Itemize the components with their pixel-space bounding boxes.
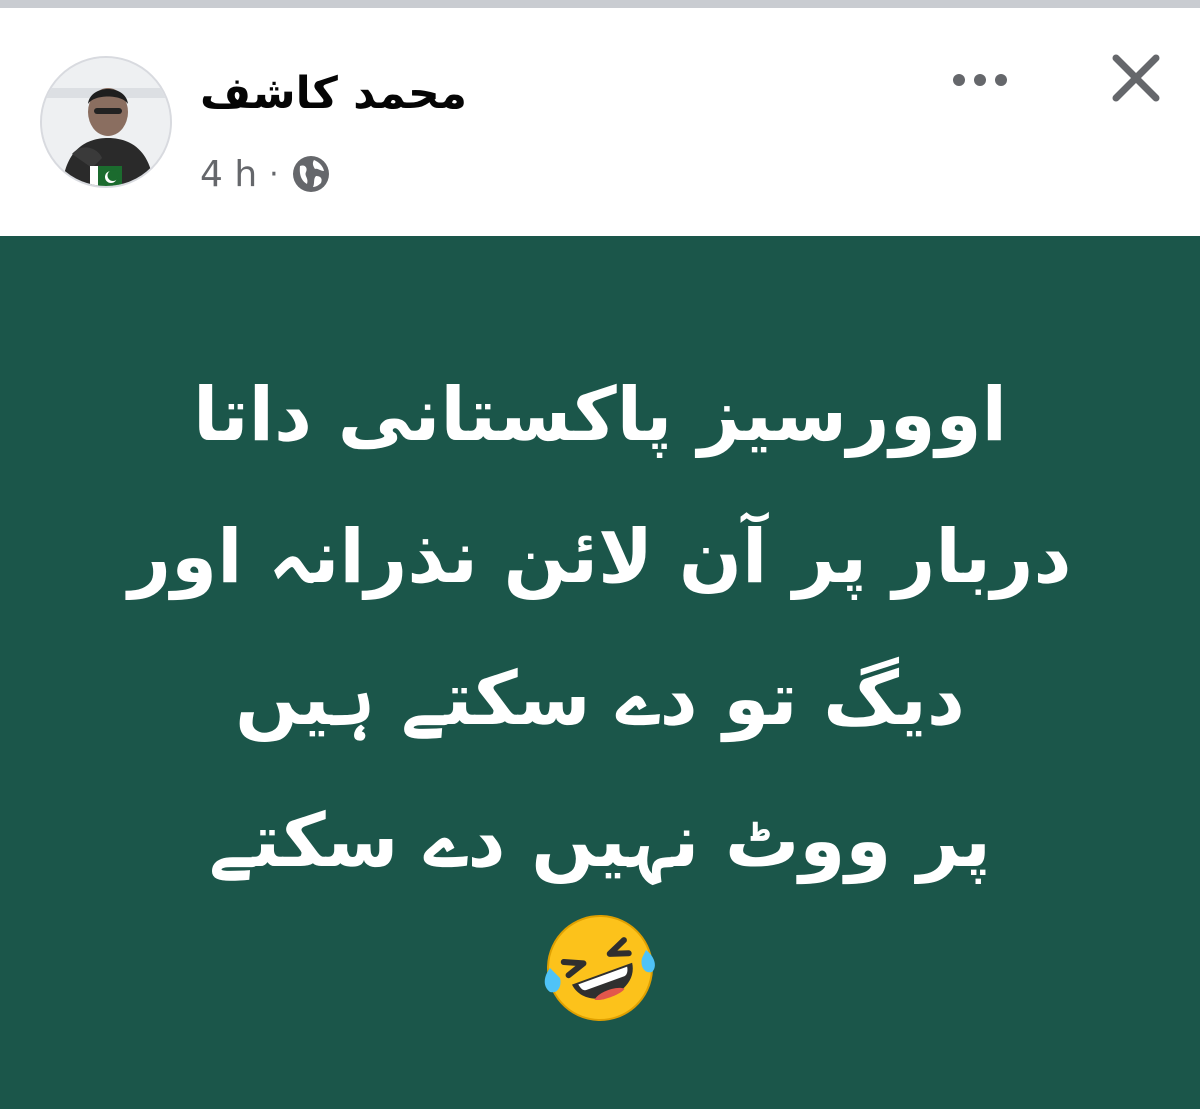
bottom-divider: [0, 1109, 1200, 1117]
laughing-emoji-icon: [542, 910, 658, 1026]
avatar[interactable]: [40, 56, 172, 188]
close-icon: [1112, 54, 1160, 102]
post-text-line: دیگ تو دے سکتے ہیں: [235, 656, 965, 742]
close-button[interactable]: [1096, 38, 1176, 118]
more-horizontal-icon: [953, 74, 1007, 86]
meta-separator: ·: [269, 156, 279, 192]
post-meta: 4 h ·: [200, 150, 331, 198]
post-time[interactable]: 4 h: [200, 154, 257, 195]
more-options-button[interactable]: [940, 50, 1020, 110]
post-text-line: پر ووٹ نہیں دے سکتے: [209, 798, 991, 884]
post-text: اوورسیز پاکستانی داتا دربار پر آن لائن ن…: [60, 344, 1140, 912]
author-name[interactable]: محمد کاشف: [200, 68, 467, 119]
post-text-line: اوورسیز پاکستانی داتا: [193, 372, 1007, 458]
globe-icon: [291, 154, 331, 194]
top-divider: [0, 0, 1200, 8]
post-text-line: دربار پر آن لائن نذرانہ اور: [128, 514, 1072, 600]
post-content: اوورسیز پاکستانی داتا دربار پر آن لائن ن…: [0, 236, 1200, 1109]
post-header: محمد کاشف 4 h ·: [0, 8, 1200, 236]
